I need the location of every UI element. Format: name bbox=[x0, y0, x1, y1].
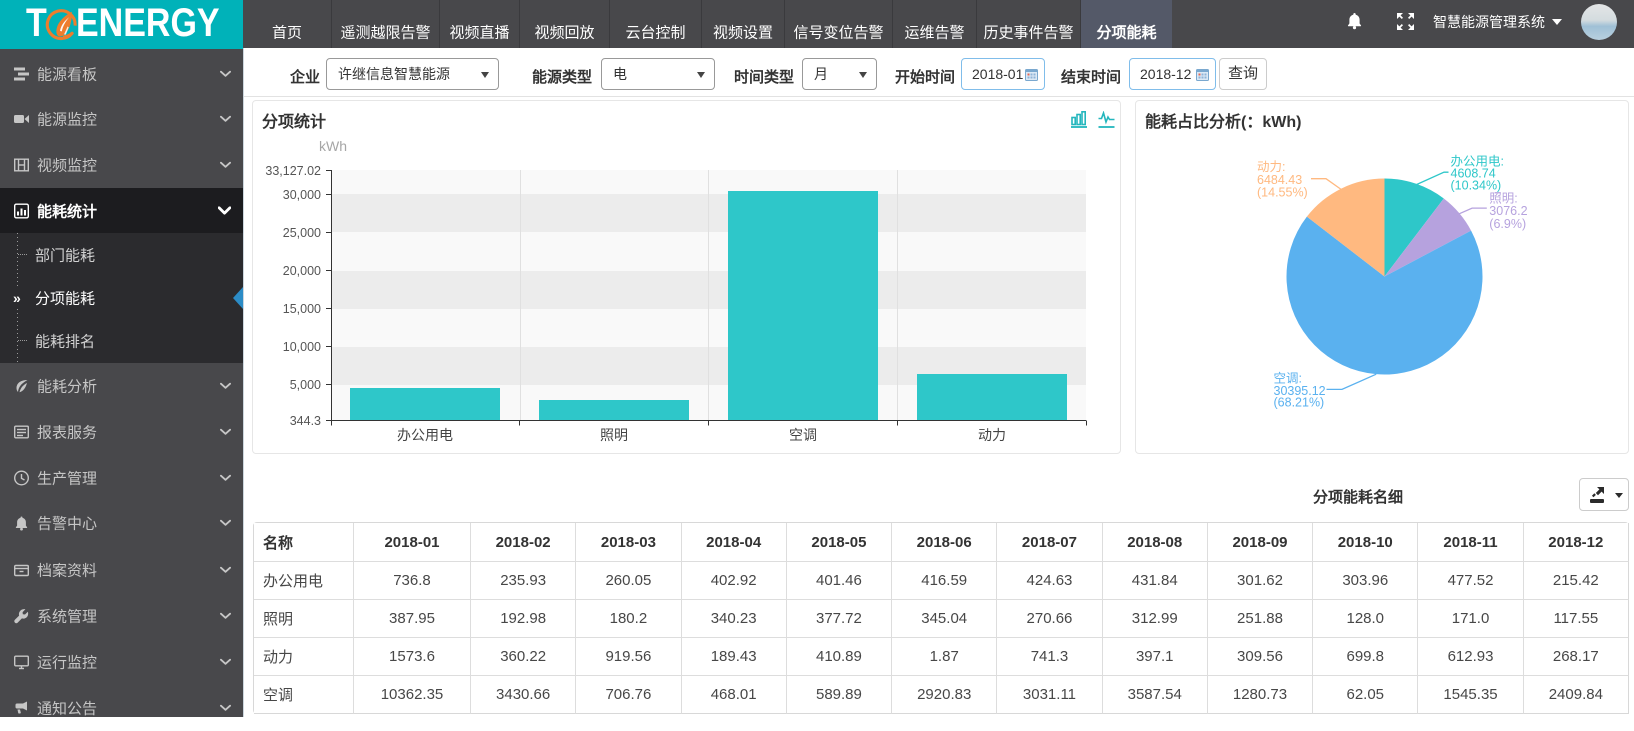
svg-text:(6.9%): (6.9%) bbox=[1489, 217, 1526, 231]
svg-text:(68.21%): (68.21%) bbox=[1274, 396, 1325, 410]
svg-text:(14.55%): (14.55%) bbox=[1257, 186, 1308, 200]
